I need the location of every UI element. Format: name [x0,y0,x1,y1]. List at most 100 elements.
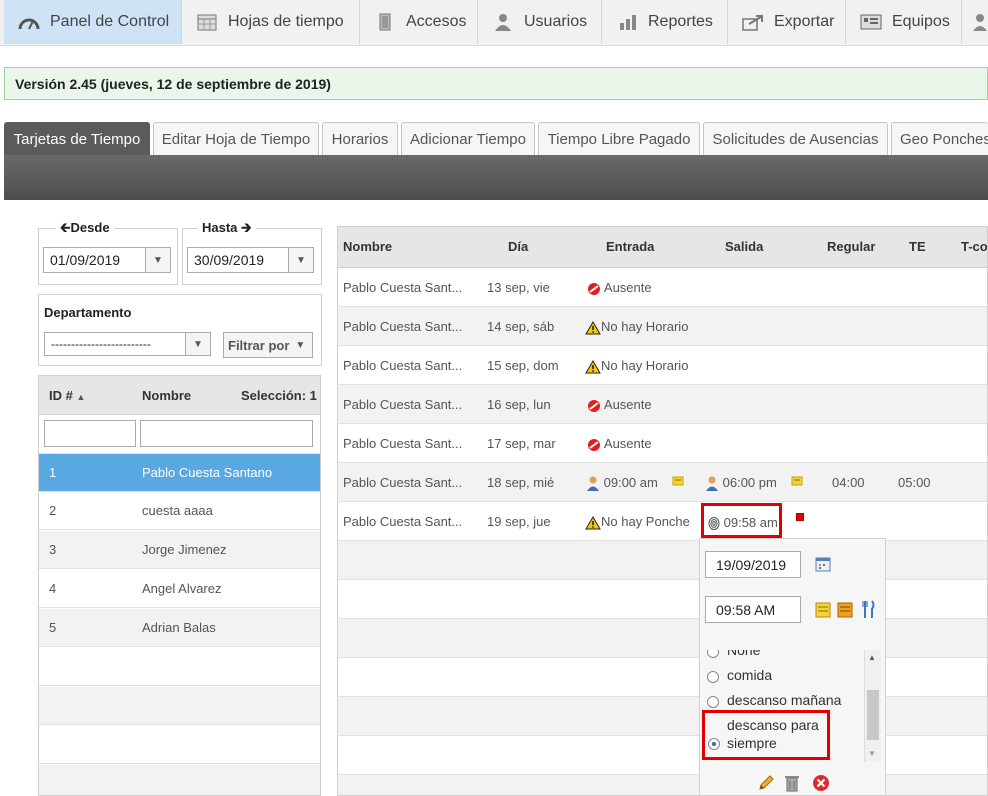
row-in-text: 09:00 am [603,475,658,490]
row-in[interactable]: 09:00 am [586,475,658,492]
employee-list: ID # ▲ Nombre Selección: 1 1 Pablo Cuesta… [38,375,321,796]
col-day[interactable]: Día [508,239,528,254]
row-in-text: No hay Horario [601,319,689,334]
edit-icon[interactable] [757,774,775,792]
to-legend: Hasta 🡲 [198,219,256,241]
break-option-none[interactable]: None [707,650,760,658]
calendar-icon[interactable] [815,556,831,572]
timecard-row[interactable]: Pablo Cuesta Sant... 18 sep, mié 09:00 a… [338,463,987,502]
dashboard-icon [18,18,40,30]
note-icon[interactable] [672,475,684,487]
col-name[interactable]: Nombre [343,239,392,254]
row-in-text: Ausente [603,397,652,412]
nav-equipos[interactable]: Equipos [846,0,962,44]
tab-editar-hoja[interactable]: Editar Hoja de Tiempo [153,122,319,156]
break-option-comida[interactable]: comida [707,667,772,683]
filter-by-button[interactable]: Filtrar por ▼ [223,332,313,358]
employee-row[interactable]: 2 cuesta aaaa [39,492,320,530]
selected-option-highlight[interactable]: descanso para siempre [702,710,830,760]
punch-time-input[interactable]: 09:58 AM [705,596,801,623]
row-out-text: 09:58 am [723,515,778,530]
timecard-row[interactable]: Pablo Cuesta Sant... 14 sep, sáb No hay … [338,307,987,346]
row-day: 17 sep, mar [487,436,556,451]
col-in[interactable]: Entrada [606,239,654,254]
chevron-down-icon[interactable]: ▼ [185,333,210,355]
to-date-value: 30/09/2019 [194,252,265,268]
timecard-row[interactable]: Pablo Cuesta Sant... 13 sep, vie Ausente [338,268,987,307]
row-day: 19 sep, jue [487,514,551,529]
break-option-descanso-manana[interactable]: descanso mañana [707,692,841,708]
timecard-row[interactable]: Pablo Cuesta Sant... 16 sep, lun Ausente [338,385,987,424]
col-te[interactable]: TE [909,239,926,254]
id-filter-input[interactable] [44,420,136,447]
chevron-down-icon[interactable]: ▼ [288,248,313,272]
from-date-select[interactable]: 01/09/2019 ▼ [43,247,171,273]
employee-row[interactable]: 4 Angel Alvarez [39,570,320,608]
empty-row [338,736,987,775]
nav-more[interactable] [962,0,988,44]
id-column-header[interactable]: ID # ▲ [49,388,85,403]
row-out[interactable]: 06:00 pm [705,475,777,492]
name-filter-input[interactable] [140,420,313,447]
nav-exportar[interactable]: Exportar [728,0,846,44]
nav-accesos[interactable]: Accesos [360,0,478,44]
tab-geo-ponches[interactable]: Geo Ponches [891,122,988,156]
out-highlight-box[interactable]: 09:58 am [701,503,782,538]
chevron-down-icon[interactable]: ▼ [145,248,170,272]
nav-usuarios[interactable]: Usuarios [478,0,602,44]
tab-tarjetas-de-tiempo[interactable]: Tarjetas de Tiempo [4,122,150,156]
timecard-row[interactable]: Pablo Cuesta Sant... 19 sep, jue No hay … [338,502,987,541]
timecard-grid: Nombre Día Entrada Salida Regular TE T-c… [337,226,988,796]
name-column-header[interactable]: Nombre [142,388,191,403]
empty-row [338,580,987,619]
tab-horarios[interactable]: Horarios [322,122,398,156]
nav-label: Panel de Control [50,13,170,30]
tab-adicionar-tiempo[interactable]: Adicionar Tiempo [401,122,535,156]
close-icon[interactable] [812,774,830,792]
timecard-row[interactable]: Pablo Cuesta Sant... 15 sep, dom No hay … [338,346,987,385]
warning-icon [585,515,601,530]
to-date-select[interactable]: 30/09/2019 ▼ [187,247,314,273]
note-icon[interactable] [791,475,803,487]
trash-icon[interactable] [784,774,800,792]
row-te: 05:00 [898,475,931,490]
selection-count: Selección: 1 [241,388,317,403]
row-name: Pablo Cuesta Sant... [343,397,463,412]
filter-by-label: Filtrar por [228,337,290,353]
fork-knife-icon[interactable] [862,600,876,619]
note-orange-icon[interactable] [837,602,853,618]
row-regular: 04:00 [832,475,865,490]
row-in-text: No hay Horario [601,358,689,373]
timecard-row[interactable]: Pablo Cuesta Sant... 17 sep, mar Ausente [338,424,987,463]
break-list-scrollbar[interactable]: ▲ ▼ [864,650,881,762]
col-out[interactable]: Salida [725,239,763,254]
note-yellow-icon[interactable] [815,602,831,618]
nav-hojas-de-tiempo[interactable]: Hojas de tiempo [182,0,360,44]
row-out: 09:58 am [708,515,778,531]
arrow-left-icon: 🡰 [60,220,71,235]
employee-row[interactable]: 1 Pablo Cuesta Santano [39,454,320,492]
employee-row[interactable]: 5 Adrian Balas [39,609,320,647]
empty-row [338,697,987,736]
scroll-up-icon[interactable]: ▲ [868,653,876,662]
empty-row [338,541,987,580]
col-tc[interactable]: T-co [961,239,987,254]
calendar-icon [197,14,217,31]
break-option-label: comida [727,667,773,683]
nav-reportes[interactable]: Reportes [602,0,728,44]
tab-tiempo-libre[interactable]: Tiempo Libre Pagado [538,122,700,156]
scroll-thumb[interactable] [867,690,879,740]
employee-name: Adrian Balas [142,620,216,635]
punch-date-input[interactable]: 19/09/2019 [705,551,801,578]
flag-icon[interactable] [796,513,804,521]
col-regular[interactable]: Regular [827,239,875,254]
tab-solicitudes[interactable]: Solicitudes de Ausencias [703,122,888,156]
employee-row[interactable]: 3 Jorge Jimenez [39,531,320,569]
department-select[interactable]: ------------------------- ▼ [44,332,211,356]
employee-id: 5 [49,620,57,635]
from-legend: 🡰Desde [56,219,114,241]
nav-panel-de-control[interactable]: Panel de Control [4,0,182,44]
empty-row [39,765,320,795]
absent-icon [588,282,600,295]
scroll-down-icon[interactable]: ▼ [868,749,876,758]
